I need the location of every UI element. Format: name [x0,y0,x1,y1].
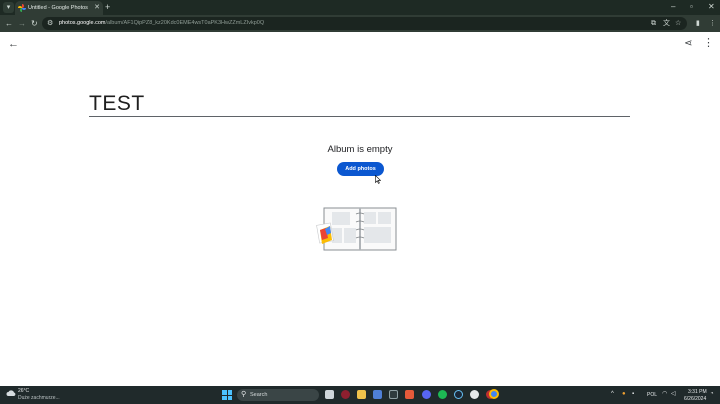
start-button[interactable] [222,390,232,400]
tab-strip: ▾ Untitled - Google Photos ✕ + – ▫ ✕ [0,0,720,15]
restore-icon[interactable]: ▫ [690,1,693,13]
empty-album-illustration [316,207,397,251]
opera-icon[interactable] [341,390,350,399]
app-icon-2[interactable] [405,390,414,399]
url-text[interactable]: photos.google.com/album/AF1QipPZ8_kz20Kd… [59,17,264,30]
translate-icon[interactable]: 文 [663,18,670,29]
search-icon: ⚲ [241,391,247,398]
weather-temperature[interactable]: 26°C [18,388,29,394]
tab-close-icon[interactable]: ✕ [94,3,100,13]
clock-time[interactable]: 3:31 PM [688,389,707,395]
steam-icon[interactable] [454,390,463,399]
browser-menu-icon[interactable]: ⋮ [709,18,716,29]
add-photos-button[interactable]: Add photos [337,162,384,176]
app-icon-3[interactable] [470,390,479,399]
minimize-icon[interactable]: – [671,1,675,13]
tab-title: Untitled - Google Photos [28,5,88,11]
wifi-icon[interactable]: ◠ [662,390,667,399]
new-tab-icon[interactable]: + [105,1,110,13]
site-info-icon[interactable]: ⚙ [47,18,53,29]
file-explorer-icon[interactable] [357,390,366,399]
extension-icon[interactable]: ▮ [696,18,700,29]
cloud-icon[interactable] [6,389,16,397]
tab-search-icon[interactable]: ▾ [3,2,14,13]
title-underline [89,116,630,117]
google-photos-favicon-icon [18,4,26,12]
address-bar[interactable]: ⚙ photos.google.com/album/AF1QipPZ8_kz20… [42,17,687,30]
tray-icon-2[interactable]: ▪ [632,390,634,399]
browser-toolbar: ← → ↻ ⚙ photos.google.com/album/AF1QipPZ… [0,15,720,32]
language-indicator[interactable]: POL [647,392,657,398]
reload-icon[interactable]: ↻ [31,17,38,30]
search-label: Search [250,392,268,398]
mouse-cursor-icon [375,175,381,184]
weather-description[interactable]: Duże zachmurze... [18,395,60,401]
volume-icon[interactable]: ◁ [671,390,676,399]
spotify-icon[interactable] [438,390,447,399]
back-icon[interactable]: ← [8,38,19,50]
empty-album-message: Album is empty [327,144,393,155]
clock-date[interactable]: 6/26/2024 [684,396,706,402]
tray-app-icon[interactable]: ● [622,390,626,399]
notifications-icon[interactable]: ◔ [710,390,714,399]
close-window-icon[interactable]: ✕ [708,1,715,13]
bookmark-star-icon[interactable]: ☆ [675,18,681,29]
taskbar: 26°C Duże zachmurze... ⚲ Search ^ ● ▪ PO… [0,386,720,404]
tray-overflow-icon[interactable]: ^ [611,390,614,399]
album-title[interactable]: TEST [89,92,145,116]
store-icon[interactable] [373,390,382,399]
browser-forward-icon[interactable]: → [18,17,26,30]
chrome-icon[interactable] [489,389,499,399]
browser-back-icon[interactable]: ← [5,17,13,30]
more-options-icon[interactable]: ⋮ [703,37,714,49]
app-icon[interactable] [389,390,398,399]
task-view-icon[interactable] [325,390,334,399]
taskbar-search[interactable]: ⚲ Search [237,389,319,401]
install-app-icon[interactable]: ⧉ [651,18,656,29]
share-icon[interactable]: ⋖ [684,38,692,50]
tab-google-photos[interactable]: Untitled - Google Photos ✕ [15,1,103,15]
discord-icon[interactable] [422,390,431,399]
